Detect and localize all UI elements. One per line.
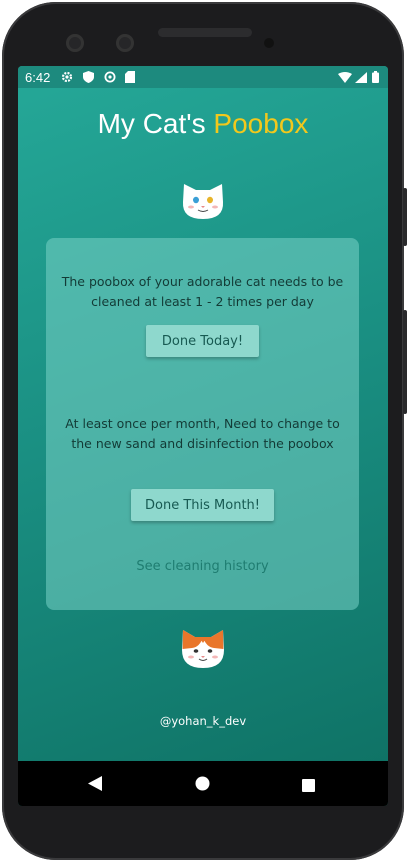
wifi-icon xyxy=(338,71,352,83)
shield-icon xyxy=(82,71,94,83)
sync-icon xyxy=(104,71,116,83)
cleaning-card: The poobox of your adorable cat needs to… xyxy=(46,238,359,610)
cleaning-history-link[interactable]: See cleaning history xyxy=(46,559,359,574)
volume-button xyxy=(403,310,407,414)
proximity-sensor xyxy=(264,38,274,48)
signal-icon xyxy=(355,71,367,83)
battery-icon xyxy=(372,71,379,83)
done-today-button[interactable]: Done Today! xyxy=(146,325,259,357)
recents-icon[interactable] xyxy=(302,777,315,796)
front-camera-icon xyxy=(66,34,84,52)
done-this-month-button[interactable]: Done This Month! xyxy=(131,489,274,521)
back-icon[interactable] xyxy=(88,776,102,795)
navigation-bar xyxy=(18,761,388,806)
gear-icon xyxy=(61,71,73,83)
front-camera-icon xyxy=(116,34,134,52)
title-text: My Cat's xyxy=(97,108,206,139)
status-time: 6:42 xyxy=(25,70,51,85)
earpiece-speaker xyxy=(158,28,252,37)
home-icon[interactable] xyxy=(195,776,210,795)
monthly-instruction-text: At least once per month, Need to change … xyxy=(65,416,340,451)
page-title: My Cat's Poobox xyxy=(18,108,388,140)
power-button xyxy=(403,188,407,246)
title-accent-text: Poobox xyxy=(213,108,309,139)
app-screen: 6:42 My Cat's Poobox The poobox of your … xyxy=(18,66,388,806)
sd-card-icon xyxy=(125,71,135,83)
daily-instruction-text: The poobox of your adorable cat needs to… xyxy=(61,274,344,309)
status-bar: 6:42 xyxy=(18,66,388,88)
developer-credit: @yohan_k_dev xyxy=(159,714,247,728)
white-cat-icon xyxy=(178,180,228,222)
orange-cat-icon xyxy=(178,628,228,670)
